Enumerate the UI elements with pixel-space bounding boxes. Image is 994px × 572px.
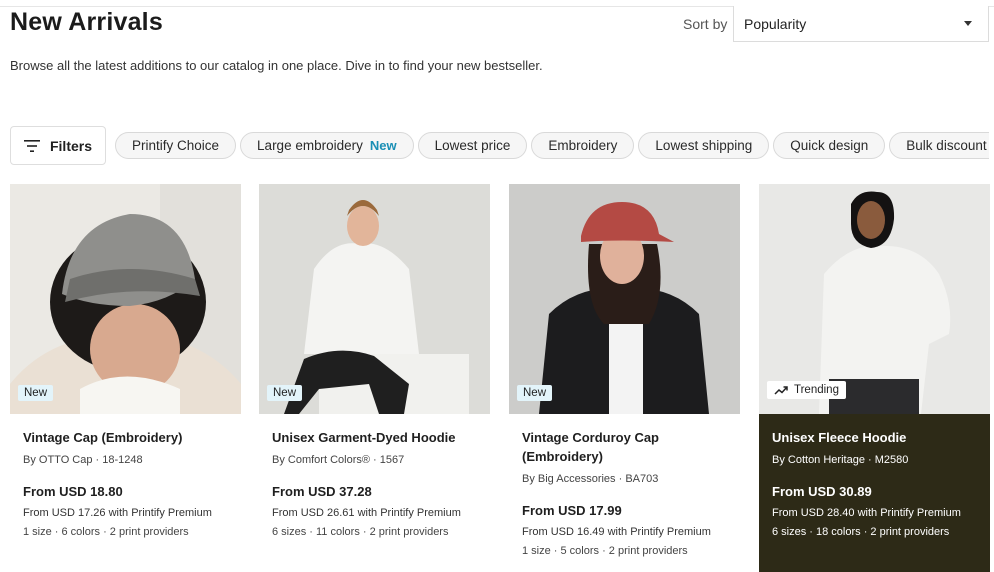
chip-label: Bulk discount: [906, 138, 987, 153]
product-price: From USD 17.99: [522, 503, 622, 518]
chip-lowest-shipping[interactable]: Lowest shipping: [638, 132, 770, 159]
product-price: From USD 30.89: [772, 484, 872, 499]
product-name[interactable]: Unisex Garment-Dyed Hoodie: [272, 428, 482, 447]
page-title: New Arrivals: [10, 8, 163, 36]
chip-new-tag: New: [369, 138, 397, 153]
trending-label: Trending: [794, 384, 839, 396]
chevron-down-icon: [964, 21, 972, 26]
product-image: [10, 184, 241, 414]
product-brand: By Cotton Heritage · M2580: [772, 454, 909, 466]
product-card[interactable]: New Vintage Cap (Embroidery) By OTTO Cap…: [10, 184, 241, 572]
chip-label: Embroidery: [548, 138, 618, 153]
product-premium-price: From USD 28.40 with Printify Premium: [772, 507, 961, 519]
product-name[interactable]: Vintage Cap (Embroidery): [23, 428, 233, 447]
trending-up-icon: [774, 386, 788, 395]
product-meta: 1 size · 6 colors · 2 print providers: [23, 526, 189, 538]
chip-label: Lowest price: [434, 138, 511, 153]
chip-quick-design[interactable]: Quick design: [773, 132, 886, 159]
product-brand: By OTTO Cap · 18-1248: [23, 454, 143, 466]
product-badge: Trending: [767, 381, 846, 399]
page-subtitle: Browse all the latest additions to our c…: [10, 58, 543, 73]
chip-label: Lowest shipping: [655, 138, 753, 153]
product-price: From USD 18.80: [23, 484, 123, 499]
chip-label: Large embroidery: [257, 138, 363, 153]
product-badge: New: [517, 385, 553, 401]
filter-chips: Printify Choice Large embroidery New Lowest…: [115, 132, 989, 160]
sort-dropdown[interactable]: Popularity: [733, 6, 989, 42]
product-card-featured[interactable]: Trending Unisex Fleece Hoodie By Cotton …: [759, 184, 990, 572]
chip-lowest-price[interactable]: Lowest price: [417, 132, 528, 159]
chip-label: Quick design: [790, 138, 869, 153]
product-meta: 6 sizes · 18 colors · 2 print providers: [772, 526, 950, 538]
product-image: [759, 184, 990, 414]
filters-button-label: Filters: [49, 137, 92, 154]
product-meta: 6 sizes · 11 colors · 2 print providers: [272, 526, 449, 538]
product-premium-price: From USD 17.26 with Printify Premium: [23, 507, 212, 519]
product-brand: By Big Accessories · BA703: [522, 473, 659, 485]
product-card[interactable]: New Unisex Garment-Dyed Hoodie By Comfor…: [259, 184, 490, 572]
product-price: From USD 37.28: [272, 484, 372, 499]
product-card[interactable]: New Vintage Corduroy Cap (Embroidery) By…: [509, 184, 740, 572]
sort-value: Popularity: [744, 15, 807, 32]
product-premium-price: From USD 16.49 with Printify Premium: [522, 526, 711, 538]
chip-label: Printify Choice: [132, 138, 220, 153]
product-premium-price: From USD 26.61 with Printify Premium: [272, 507, 461, 519]
product-image: [259, 184, 490, 414]
product-name[interactable]: Vintage Corduroy Cap (Embroidery): [522, 428, 732, 466]
product-name[interactable]: Unisex Fleece Hoodie: [772, 428, 982, 447]
product-brand: By Comfort Colors® · 1567: [272, 454, 405, 466]
chip-embroidery[interactable]: Embroidery: [531, 132, 635, 159]
chip-printify-choice[interactable]: Printify Choice: [115, 132, 237, 159]
chip-large-embroidery[interactable]: Large embroidery New: [240, 132, 414, 159]
product-meta: 1 size · 5 colors · 2 print providers: [522, 545, 688, 557]
filters-button[interactable]: Filters: [10, 126, 106, 165]
sort-label: Sort by: [683, 16, 728, 32]
filter-lines-icon: [23, 139, 40, 152]
product-badge: New: [18, 385, 54, 401]
product-image: [509, 184, 740, 414]
chip-bulk-discount[interactable]: Bulk discount: [889, 132, 989, 159]
product-badge: New: [267, 385, 303, 401]
